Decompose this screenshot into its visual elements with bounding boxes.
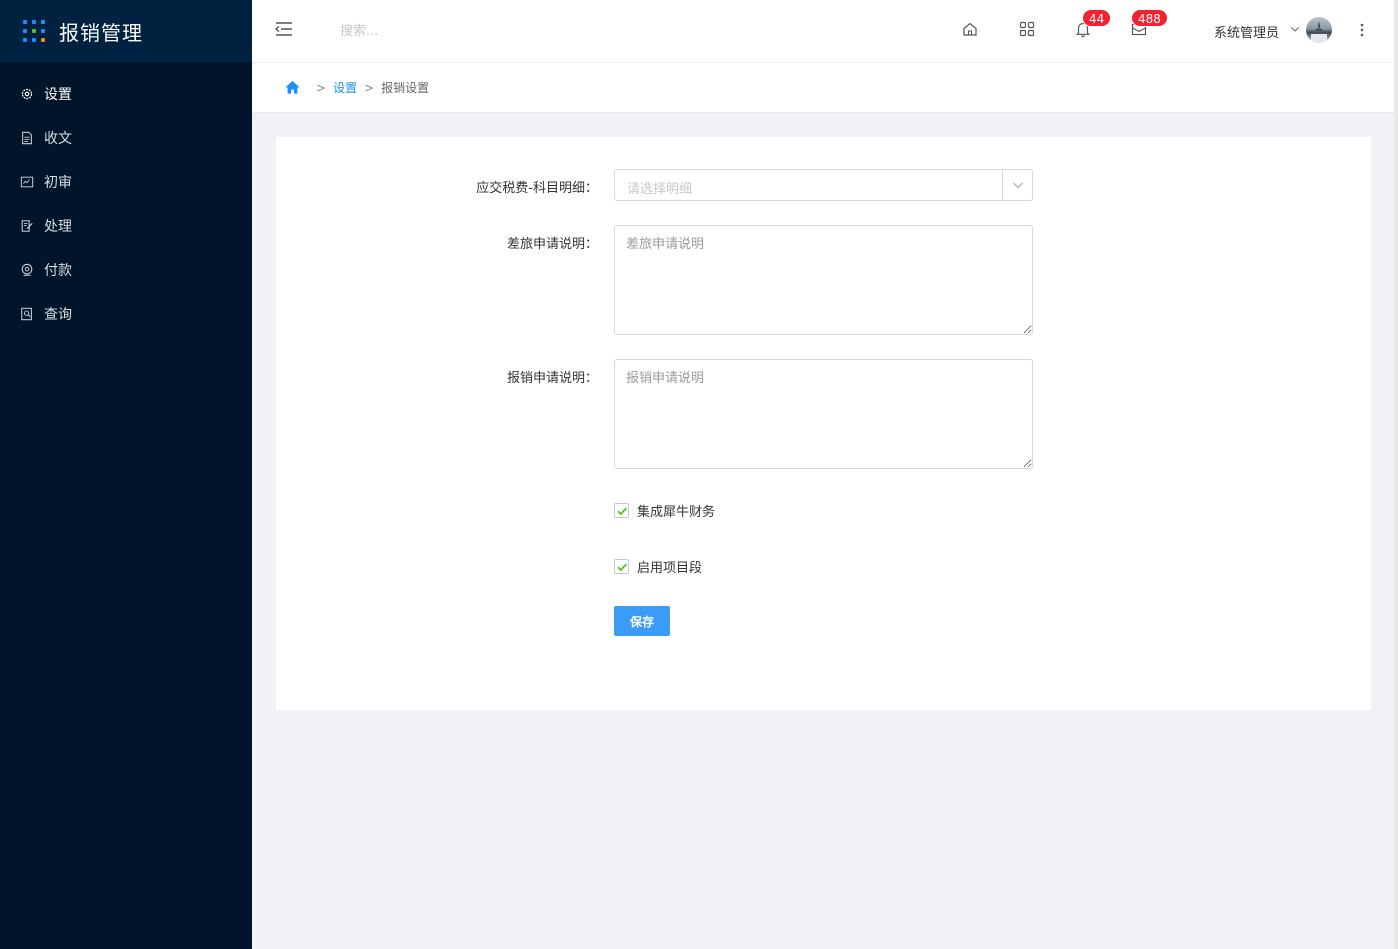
message-badge: 488 xyxy=(1131,9,1168,27)
notification-badge: 44 xyxy=(1082,9,1112,27)
checkbox-label: 启用项目段 xyxy=(637,561,703,576)
sidebar-item-payment[interactable]: 付款 xyxy=(0,248,252,292)
save-button[interactable]: 保存 xyxy=(614,606,670,636)
sidebar-item-label: 收文 xyxy=(44,131,72,147)
reimburse-note-textarea[interactable] xyxy=(614,359,1033,469)
apps-grid-icon[interactable] xyxy=(1018,20,1036,38)
breadcrumb-item-current: 报销设置 xyxy=(381,81,430,95)
avatar[interactable] xyxy=(1306,17,1332,43)
breadcrumb-item-settings[interactable]: 设置 xyxy=(333,79,357,96)
chevron-down-icon[interactable] xyxy=(1290,24,1300,34)
home-icon[interactable] xyxy=(284,79,301,96)
query-icon xyxy=(20,307,34,321)
travel-note-label: 差旅申请说明： xyxy=(506,237,598,252)
check-icon xyxy=(616,506,627,515)
home-icon[interactable] xyxy=(961,20,979,38)
page-scrollbar[interactable] xyxy=(1394,0,1398,949)
check-icon xyxy=(616,562,627,571)
gear-icon xyxy=(20,87,34,101)
reimburse-note-label: 报销申请说明： xyxy=(506,371,598,386)
integrate-finance-checkbox[interactable]: 集成犀牛财务 xyxy=(614,501,715,520)
payment-icon xyxy=(20,263,34,277)
logo-grid-icon xyxy=(23,20,45,42)
user-name[interactable]: 系统管理员 xyxy=(1214,22,1279,41)
tax-detail-select[interactable]: 请选择明细 xyxy=(614,169,1033,201)
sidebar-item-label: 查询 xyxy=(44,307,72,323)
tax-detail-label: 应交税费-科目明细： xyxy=(476,181,598,196)
sidebar-item-label: 付款 xyxy=(44,263,72,279)
breadcrumb: > 设置 > 报销设置 xyxy=(252,62,1394,113)
more-vertical-icon[interactable] xyxy=(1357,21,1367,39)
breadcrumb-separator: > xyxy=(316,80,327,95)
sidebar-item-settings[interactable]: 设置 xyxy=(0,72,252,116)
sidebar-item-query[interactable]: 查询 xyxy=(0,292,252,336)
travel-note-textarea[interactable] xyxy=(614,225,1033,335)
document-icon xyxy=(20,131,34,145)
sidebar-item-label: 设置 xyxy=(44,87,72,103)
sidebar-item-review[interactable]: 初审 xyxy=(0,160,252,204)
sidebar-item-label: 处理 xyxy=(44,219,72,235)
enable-project-segment-checkbox[interactable]: 启用项目段 xyxy=(614,557,702,576)
menu-fold-icon[interactable] xyxy=(274,19,294,39)
review-icon xyxy=(20,175,34,189)
search-input[interactable] xyxy=(340,20,540,42)
settings-form-card: 应交税费-科目明细： 请选择明细 差旅申请说明： 报销申请说明： 集成犀牛财务 … xyxy=(276,137,1371,710)
app-title: 报销管理 xyxy=(59,20,143,45)
sidebar-item-process[interactable]: 处理 xyxy=(0,204,252,248)
sidebar-menu: 设置 收文 初审 处理 付款 查询 xyxy=(0,62,252,336)
chevron-down-icon[interactable] xyxy=(1002,170,1032,200)
breadcrumb-separator: > xyxy=(364,80,375,95)
tax-detail-placeholder: 请选择明细 xyxy=(627,182,693,197)
sidebar-item-label: 初审 xyxy=(44,175,72,191)
top-header: 44 488 系统管理员 xyxy=(252,0,1394,62)
sidebar-item-inbox[interactable]: 收文 xyxy=(0,116,252,160)
checkbox-box[interactable] xyxy=(614,559,629,574)
checkbox-box[interactable] xyxy=(614,503,629,518)
checkbox-label: 集成犀牛财务 xyxy=(637,505,716,520)
sidebar: 报销管理 设置 收文 初审 处理 付款 查询 xyxy=(0,0,252,949)
app-logo: 报销管理 xyxy=(0,0,252,62)
edit-icon xyxy=(20,219,34,233)
